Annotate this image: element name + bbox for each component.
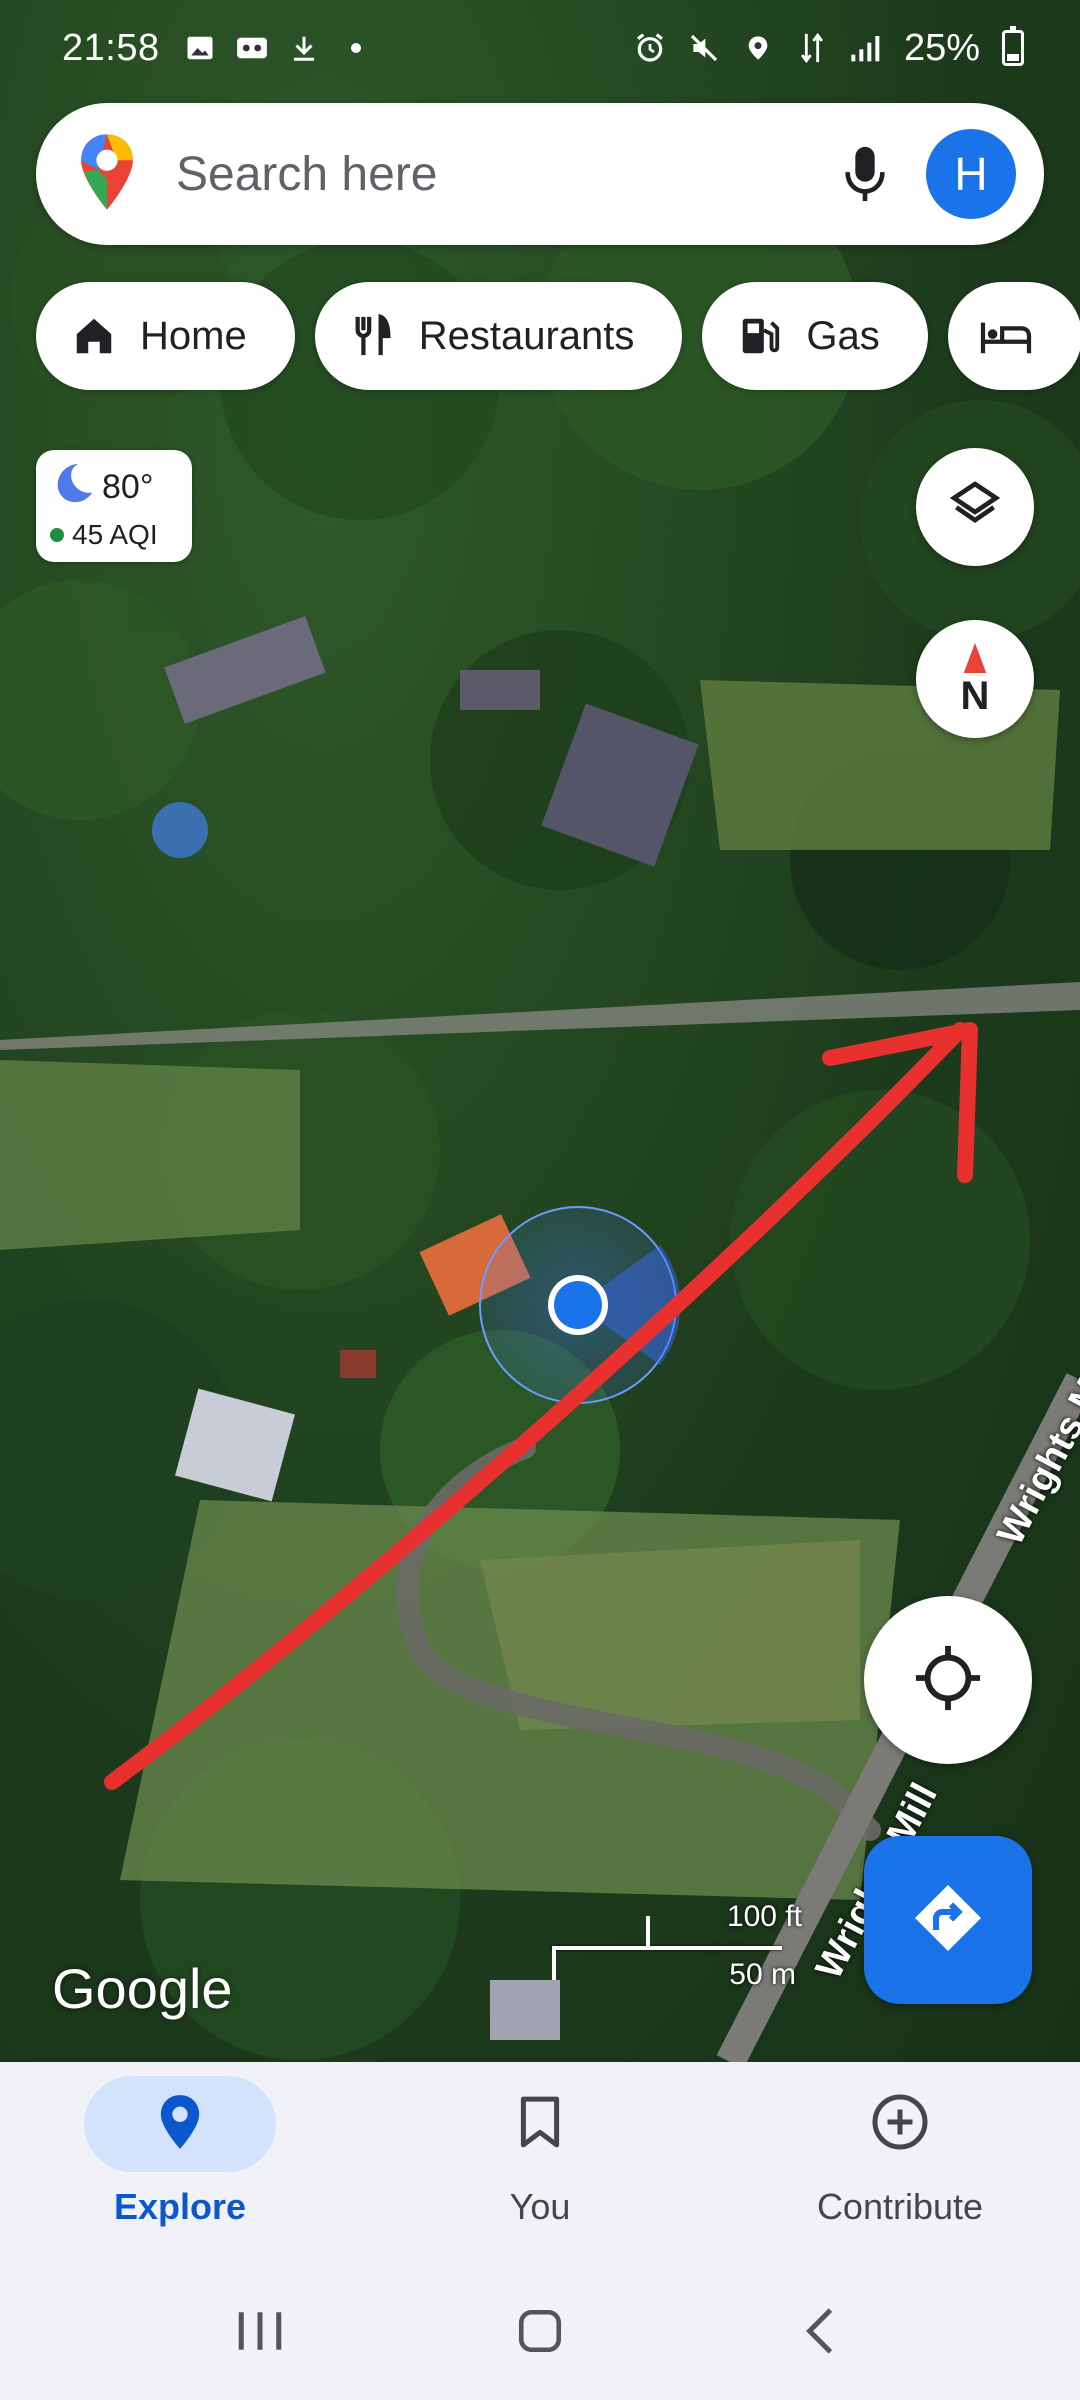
- layers-button[interactable]: [916, 448, 1034, 566]
- nav-contribute[interactable]: Contribute: [720, 2062, 1080, 2262]
- home-icon: [66, 308, 122, 364]
- map-scale: 100 ft 50 m: [552, 1900, 802, 1991]
- nav-explore-pill: [84, 2076, 276, 2172]
- signal-icon: [850, 32, 882, 64]
- chip-hotels[interactable]: [947, 282, 1080, 390]
- google-maps-pin-icon: [78, 132, 136, 217]
- aqi-status-dot: [50, 528, 64, 542]
- voicemail-icon: [236, 32, 268, 64]
- directions-button[interactable]: [864, 1836, 1032, 2004]
- alarm-icon: [634, 32, 666, 64]
- home-button-icon[interactable]: [500, 2291, 580, 2371]
- system-navigation-bar: [0, 2262, 1080, 2400]
- weather-temperature: 80°: [102, 468, 154, 506]
- scale-bar: [552, 1946, 782, 1950]
- scale-tick: [552, 1946, 556, 1980]
- crosshair-icon: [913, 1643, 983, 1718]
- download-icon: [288, 32, 320, 64]
- chip-gas-label: Gas: [806, 313, 880, 358]
- scale-feet-label: 100 ft: [726, 1900, 802, 1933]
- chip-restaurants[interactable]: Restaurants: [314, 282, 683, 390]
- scale-tick: [646, 1916, 650, 1948]
- gallery-icon: [184, 32, 216, 64]
- dot-icon: [340, 32, 372, 64]
- battery-percent: 25%: [903, 26, 980, 69]
- data-icon: [796, 32, 828, 64]
- chip-home[interactable]: Home: [36, 282, 295, 390]
- nav-contribute-pill: [804, 2076, 996, 2172]
- status-bar: 21:58 25%: [0, 0, 1080, 96]
- scale-meters-label: 50 m: [729, 1958, 796, 1991]
- nav-explore[interactable]: Explore: [0, 2062, 360, 2262]
- compass-button[interactable]: N: [916, 620, 1034, 738]
- explore-pin-icon: [157, 2093, 203, 2156]
- hotel-icon: [978, 308, 1034, 364]
- bottom-navigation: Explore You Contribute: [0, 2062, 1080, 2262]
- layers-icon: [947, 477, 1003, 538]
- status-time: 21:58: [62, 26, 160, 69]
- bookmark-icon: [518, 2095, 562, 2154]
- location-icon: [742, 32, 774, 64]
- chip-restaurants-label: Restaurants: [418, 313, 635, 358]
- compass-needle-icon: [963, 642, 987, 678]
- chip-gas[interactable]: Gas: [702, 282, 928, 390]
- google-attribution: Google: [52, 1957, 233, 2020]
- nav-explore-label: Explore: [113, 2186, 247, 2227]
- search-bar[interactable]: Search here H: [36, 103, 1044, 245]
- category-chips: Home Restaurants Gas: [36, 282, 1080, 390]
- my-location-button[interactable]: [864, 1596, 1032, 1764]
- weather-widget[interactable]: 80° 45 AQI: [36, 450, 192, 562]
- nav-you-pill: [444, 2076, 636, 2172]
- add-circle-icon: [870, 2092, 930, 2157]
- microphone-icon[interactable]: [830, 139, 900, 209]
- air-quality-index: 45 AQI: [72, 519, 158, 550]
- gas-station-icon: [732, 308, 788, 364]
- directions-icon: [912, 1882, 984, 1959]
- recent-apps-icon[interactable]: [220, 2291, 300, 2371]
- chip-home-label: Home: [140, 313, 247, 358]
- current-location-dot: [554, 1281, 602, 1329]
- back-icon[interactable]: [780, 2291, 860, 2371]
- restaurant-icon: [345, 308, 401, 364]
- nav-contribute-label: Contribute: [816, 2186, 984, 2227]
- compass-north-label: N: [960, 673, 990, 718]
- search-input[interactable]: Search here: [176, 147, 830, 202]
- battery-icon: [1002, 26, 1024, 66]
- account-avatar[interactable]: H: [926, 129, 1016, 219]
- nav-you[interactable]: You: [360, 2062, 720, 2262]
- mute-icon: [688, 32, 720, 64]
- moon-icon: [50, 460, 96, 515]
- nav-you-label: You: [509, 2186, 571, 2227]
